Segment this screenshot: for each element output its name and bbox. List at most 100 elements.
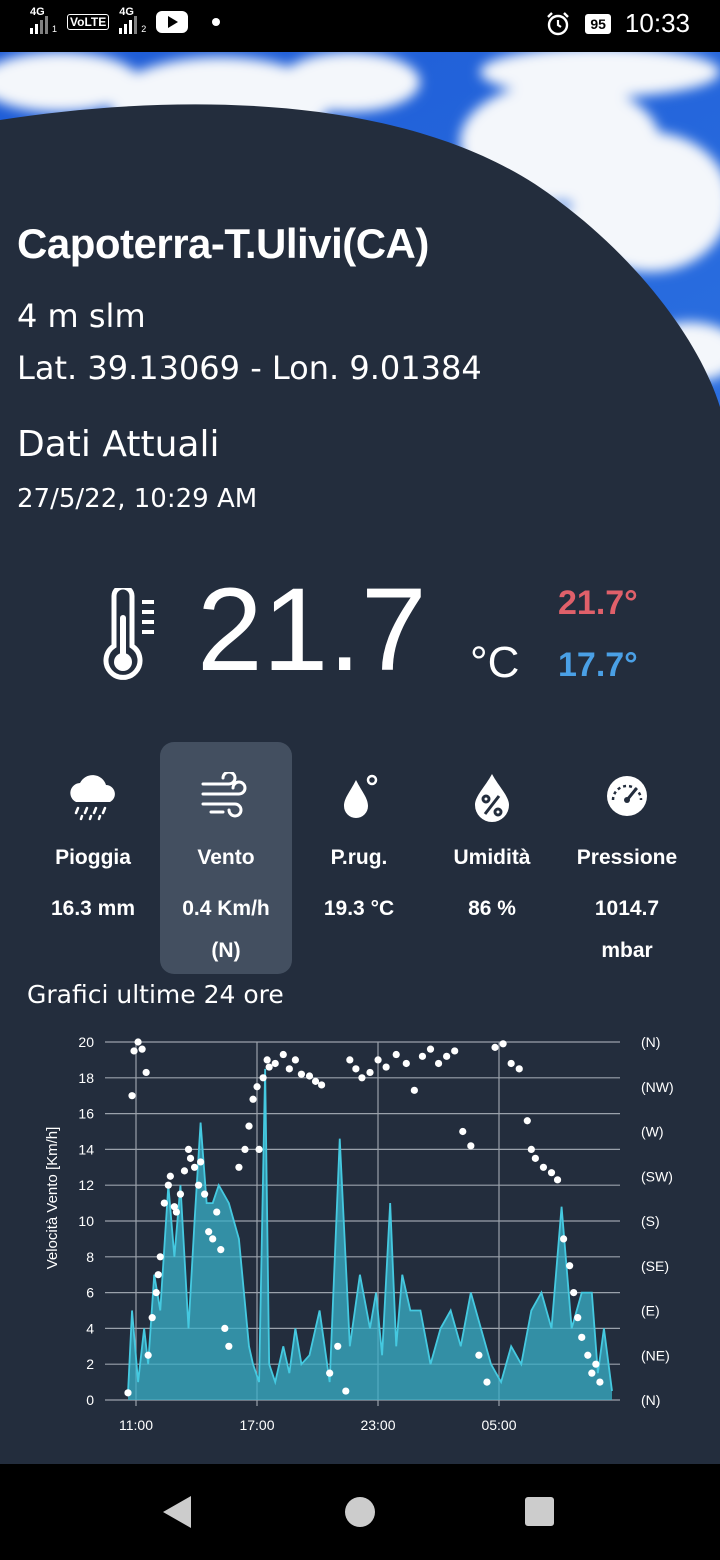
- direction-point: [253, 1083, 261, 1091]
- x-tick-label: 05:00: [481, 1417, 516, 1433]
- app-content[interactable]: Capoterra-T.Ulivi(CA) 4 m slm Lat. 39.13…: [0, 52, 720, 1464]
- direction-point: [566, 1262, 574, 1270]
- metric-value: 0.4 Km/h (N): [160, 888, 292, 972]
- wind-chart[interactable]: Velocità Vento [Km/h] 02468101214161820 …: [0, 1020, 720, 1460]
- y-axis-label: Velocità Vento [Km/h]: [44, 1127, 61, 1270]
- metric-dew-point[interactable]: P.rug. 19.3 °C: [293, 742, 425, 974]
- metric-value: 86 %: [468, 897, 516, 920]
- direction-point: [259, 1074, 267, 1082]
- navigation-bar: [0, 1464, 720, 1560]
- y-tick-label: 8: [86, 1249, 94, 1265]
- metric-value-line2: mbar: [601, 939, 653, 962]
- network-type-sim1: 4G: [30, 6, 45, 18]
- metric-wind[interactable]: Vento 0.4 Km/h (N): [160, 742, 292, 974]
- recents-button-icon[interactable]: [525, 1497, 554, 1526]
- direction-point: [172, 1208, 180, 1216]
- x-tick-label: 17:00: [239, 1417, 274, 1433]
- direction-point: [588, 1369, 596, 1377]
- status-time: 10:33: [624, 8, 690, 38]
- direction-point: [584, 1351, 592, 1359]
- direction-point: [265, 1063, 273, 1071]
- humidity-drop-icon: [426, 772, 558, 822]
- direction-point: [374, 1056, 382, 1064]
- direction-point: [263, 1056, 271, 1064]
- direction-point: [578, 1333, 586, 1341]
- metric-label: Pioggia: [55, 846, 131, 869]
- thermometer-icon: [103, 588, 154, 680]
- direction-point: [539, 1163, 548, 1171]
- direction-point: [156, 1253, 164, 1261]
- back-button-icon[interactable]: [163, 1496, 191, 1528]
- direction-point: [184, 1145, 193, 1153]
- y-tick-label: 2: [86, 1356, 94, 1372]
- direction-point: [128, 1092, 136, 1100]
- volte-badge: VoLTE: [67, 14, 110, 30]
- metric-pressure[interactable]: Pressione 1014.7 mbar: [561, 742, 693, 974]
- direction-point: [358, 1074, 366, 1082]
- sim1-slot: 1: [52, 24, 58, 34]
- rain-cloud-icon: [27, 772, 159, 822]
- direction-point: [138, 1045, 146, 1053]
- direction-point: [197, 1158, 205, 1166]
- y-tick-label: 12: [78, 1177, 94, 1193]
- x-axis-ticks: 11:00 17:00 23:00 05:00: [119, 1417, 517, 1433]
- y-tick-label: 16: [78, 1106, 94, 1122]
- y-tick-label: 10: [78, 1213, 94, 1229]
- home-button-icon[interactable]: [345, 1497, 375, 1527]
- gauge-icon: [561, 772, 693, 822]
- direction-point: [255, 1145, 263, 1153]
- direction-point: [144, 1351, 152, 1359]
- metric-humidity[interactable]: Umidità 86 %: [426, 742, 558, 974]
- current-temperature: 21.7: [197, 564, 427, 696]
- right-tick-label: (N): [641, 1392, 660, 1408]
- direction-point: [245, 1122, 253, 1130]
- direction-point: [217, 1246, 225, 1254]
- direction-point: [176, 1190, 185, 1198]
- direction-point: [434, 1059, 443, 1068]
- right-tick-label: (NE): [641, 1347, 670, 1363]
- signal-sim2-icon: 4G 2: [119, 6, 147, 34]
- metric-value: 19.3 °C: [323, 897, 395, 920]
- battery-icon: 95: [585, 13, 611, 34]
- right-tick-label: (W): [641, 1124, 664, 1140]
- y-tick-label: 6: [86, 1285, 94, 1301]
- wind-icon: [160, 772, 292, 822]
- direction-point: [164, 1181, 172, 1189]
- status-bar: 4G 1 VoLTE 4G 2 95 10:33: [0, 0, 720, 52]
- right-tick-label: (N): [641, 1034, 660, 1050]
- direction-point: [592, 1360, 600, 1368]
- direction-point: [570, 1289, 578, 1297]
- direction-point: [418, 1052, 427, 1060]
- network-type-sim2: 4G: [119, 6, 134, 18]
- station-altitude: 4 m slm: [17, 297, 146, 335]
- direction-point: [346, 1056, 354, 1064]
- direction-point: [201, 1190, 209, 1198]
- wind-speed-area: [128, 1068, 612, 1400]
- alarm-icon: [547, 11, 570, 35]
- direction-point: [342, 1387, 350, 1395]
- y-tick-label: 0: [86, 1392, 94, 1408]
- direction-point: [152, 1289, 160, 1297]
- current-data-title: Dati Attuali: [17, 424, 220, 465]
- sim2-slot: 2: [141, 24, 147, 34]
- direction-point: [225, 1342, 233, 1350]
- direction-point: [148, 1314, 156, 1322]
- metric-value: 16.3 mm: [50, 897, 136, 920]
- direction-point: [426, 1045, 435, 1053]
- direction-point: [134, 1038, 142, 1046]
- direction-point: [235, 1163, 243, 1171]
- notification-dot-icon: [212, 18, 221, 26]
- direction-point: [523, 1117, 531, 1125]
- direction-point: [443, 1052, 451, 1060]
- direction-point: [507, 1059, 515, 1068]
- direction-point: [547, 1169, 556, 1177]
- direction-point: [160, 1199, 168, 1207]
- metric-value: 1014.7 mbar: [561, 888, 693, 972]
- direction-point: [291, 1056, 299, 1064]
- metric-rain[interactable]: Pioggia 16.3 mm: [27, 742, 159, 974]
- direction-point: [392, 1050, 400, 1059]
- right-axis-ticks: (N) (NW) (W) (SW) (S) (SE) (E) (NE) (N): [641, 1034, 674, 1408]
- direction-point: [279, 1050, 287, 1059]
- station-coordinates: Lat. 39.13069 - Lon. 9.01384: [17, 349, 482, 387]
- direction-point: [297, 1070, 306, 1078]
